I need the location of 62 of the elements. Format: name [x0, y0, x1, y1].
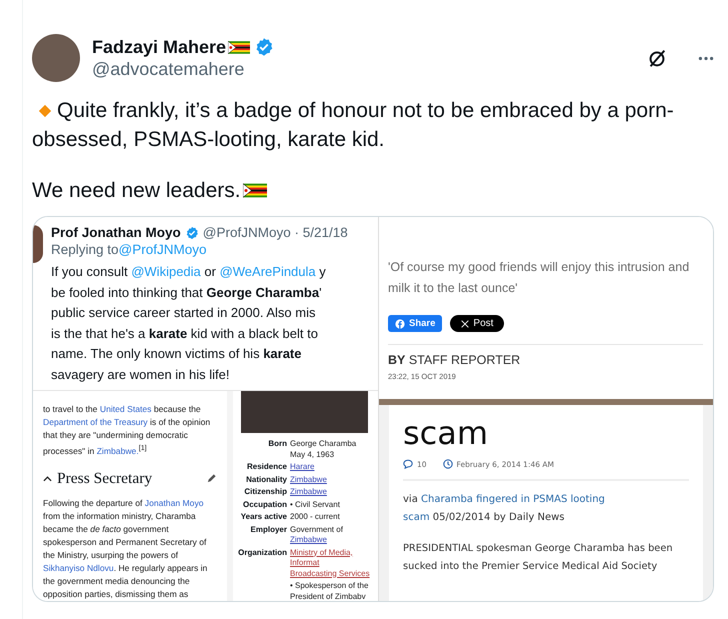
source-line: via Charamba fingered in PSMAS looting scam 05/02/2014 by Daily News: [403, 493, 606, 525]
infobox-label: Residence: [246, 462, 287, 472]
caret-icon: [43, 476, 52, 482]
infobox-value: Broadcasting Services: [290, 568, 371, 579]
image-collage[interactable]: [32, 216, 714, 602]
article-paragraph: to travel to the United States because the Department of the Treasury is of the opinion that they are "undermining democratic processes" in Zimbabwe.$^{[1]}$: [43, 403, 212, 458]
section-heading: Press Secretary: [57, 470, 152, 488]
infobox-value: 2000 - current: [290, 512, 340, 522]
author-handle[interactable]: @advocatemahere: [92, 58, 274, 80]
infobox-value: • Spokesperson of the: [290, 581, 368, 592]
link: Sikhanyiso Ndlovu: [43, 562, 114, 573]
mention-link: @Wikipedia: [131, 264, 201, 279]
link[interactable]: scam: [403, 512, 430, 523]
reply-label: Replying to: [51, 242, 119, 257]
infobox-label: Organization: [237, 548, 287, 559]
infobox-value: President of Zimbabv: [290, 592, 367, 601]
comment-icon: [403, 459, 413, 469]
share-button[interactable]: Share: [388, 315, 442, 332]
link: Department of the Treasury: [43, 417, 148, 427]
infobox-label: Nationality: [245, 474, 287, 485]
tweet-text: We need new leaders.: [32, 179, 241, 202]
article-title: scam: [403, 415, 490, 451]
infobox-value: • Civil Servant: [290, 500, 340, 510]
flag-icon: [228, 40, 250, 54]
tweet-text: Quite frankly, it’s a badge of honour not to be embraced by a porn-: [57, 98, 674, 124]
facebook-icon: [395, 318, 405, 328]
byline: BY STAFF REPORTER: [388, 353, 522, 367]
more-icon[interactable]: [698, 56, 714, 60]
infobox-value: George Charamba: [290, 439, 356, 450]
flag-icon: [242, 183, 267, 198]
infobox-label: Citizenship: [243, 487, 287, 498]
handle-and-date: @ProfJNMoyo · 5/21/18: [202, 225, 348, 240]
diamond-icon: [38, 104, 52, 118]
link: Zimbabwe.: [96, 446, 139, 456]
link: United States: [100, 404, 152, 414]
infobox-label: Years active: [240, 512, 287, 522]
tweet-text: obsessed, PSMAS-looting, karate kid.: [32, 128, 385, 151]
author-name[interactable]: Fadzayi Mahere: [92, 36, 226, 58]
author-name: Prof Jonathan Moyo: [51, 225, 181, 240]
infobox-value: Harare: [290, 462, 314, 472]
x-logo-icon: [461, 320, 470, 328]
article-subtitle: 'Of course my good friends will enjoy this intrusion and milk it to the last ounce': [388, 259, 690, 297]
mention-link: @ProfJNMoyo: [118, 242, 207, 257]
infobox-value: Government of Zimbabwe: [290, 524, 344, 546]
clock-icon: [442, 459, 453, 469]
infobox-label: Employer: [250, 524, 287, 536]
avatar: [33, 225, 43, 263]
link[interactable]: Charamba fingered in PSMAS looting: [421, 494, 605, 505]
infobox-label: Occupation: [242, 500, 287, 510]
pencil-icon: [206, 473, 217, 484]
infobox-value: May 4, 1963: [290, 450, 336, 460]
article-paragraph: Following the departure of Jonathan Moyo from the information ministry, Charamba became the de facto government spokesperson and Permanent Secretary of the Ministry, usurping the powers of Sikhanyiso Ndlovu. He regularly appears in the government media denouncing the opposition parties, dismissing them as: [43, 496, 208, 601]
quoted-tweet-text: If you consult @Wikipedia or @WeArePindula y be fooled into thinking that George Charamba' public service career started in 2000. Also mis is the that he's a karate kid with a black belt to name. The only known victims of his karate savagery are women in his life!: [51, 263, 327, 384]
mention-link: @WeArePindula: [220, 264, 316, 279]
infobox-label: Born: [267, 439, 287, 450]
post-button[interactable]: Post: [450, 315, 504, 332]
infobox-value: Zimbabwe: [290, 487, 327, 498]
link: Jonathan Moyo: [144, 498, 204, 508]
infobox-value: Ministry of Media, Informat: [290, 548, 354, 568]
infobox-value: Zimbabwe: [290, 474, 327, 485]
avatar[interactable]: [32, 34, 80, 82]
article-paragraph: PRESIDENTIAL spokesman George Charamba has been sucked into the Premier Service Medical Aid Society: [403, 542, 674, 574]
